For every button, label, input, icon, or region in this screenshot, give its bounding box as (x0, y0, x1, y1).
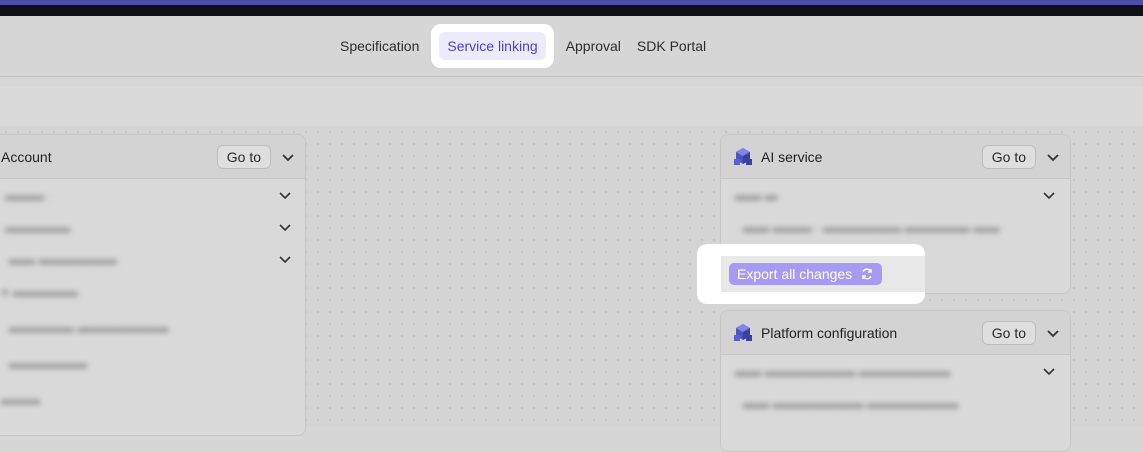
chevron-down-icon[interactable] (281, 150, 295, 164)
account-card-header: Account Go to (0, 135, 305, 179)
platform-card-header: Platform configuration Go to (721, 311, 1070, 355)
tab-service-linking-label[interactable]: Service linking (439, 32, 546, 60)
platform-list-item[interactable]: ▬▬ ▬▬▬▬▬▬▬ ▬▬▬▬▬▬▬ (721, 355, 1070, 387)
blurred-field: ▬▬ ▬▬▬▬▬▬▬ ▬▬▬▬▬▬▬ (743, 395, 959, 411)
accent-strip (0, 0, 1143, 5)
tab-service-linking[interactable]: Service linking (431, 24, 554, 68)
tab-bar: Specification Service linking Approval S… (332, 16, 714, 76)
ai-service-list-item[interactable]: ▬▬ ▬▬▬ · ▬▬▬▬▬▬ ▬▬▬▬▬ ▬▬ (721, 211, 1070, 243)
refresh-icon (862, 268, 872, 280)
ai-service-list-item[interactable]: ▬▬ ▬ (721, 179, 1070, 211)
platform-goto-button[interactable]: Go to (981, 320, 1036, 345)
blurred-field: ▬▬▬▬▬▬ (9, 355, 87, 371)
export-highlight: Export all changes (697, 244, 925, 304)
blurred-field: ▬▬▬ · (5, 187, 52, 203)
window-top-bar (0, 0, 1143, 16)
tab-sdk-portal[interactable]: SDK Portal (629, 31, 714, 61)
blurred-field: ▬▬ ▬▬▬▬▬▬ (9, 251, 117, 267)
export-all-changes-label: Export all changes (737, 266, 853, 282)
account-list-item[interactable]: ▬▬▬ · (0, 179, 305, 211)
chevron-down-icon[interactable] (278, 188, 292, 202)
chevron-down-icon[interactable] (1042, 364, 1056, 378)
account-list-item[interactable]: ▬▬▬▬▬ ▬▬▬▬▬▬▬ (0, 311, 305, 343)
chevron-down-icon[interactable] (1042, 188, 1056, 202)
tab-specification[interactable]: Specification (332, 31, 427, 61)
chevron-down-icon[interactable] (1046, 150, 1060, 164)
platform-list-item[interactable]: ▬▬ ▬▬▬▬▬▬▬ ▬▬▬▬▬▬▬ (721, 387, 1070, 419)
export-all-changes-button[interactable]: Export all changes (729, 263, 883, 285)
account-list-item[interactable]: ▬▬▬▬▬▬ (0, 347, 305, 379)
ai-service-goto-button[interactable]: Go to (981, 144, 1036, 169)
toolbar-strip (0, 86, 1143, 126)
account-list-item[interactable]: ▬▬▬▬▬ (0, 211, 305, 243)
chevron-down-icon[interactable] (1046, 326, 1060, 340)
account-card: Account Go to ▬▬▬ · ▬▬▬▬▬ ▬▬ ▬▬▬▬▬▬ ● ▬▬… (0, 134, 306, 436)
blurred-field: ▬▬▬▬▬ ▬▬▬▬▬▬▬ (9, 319, 169, 335)
platform-card: Platform configuration Go to ▬▬ ▬▬▬▬▬▬▬ … (720, 310, 1071, 452)
account-goto-button[interactable]: Go to (216, 144, 271, 169)
account-list-item[interactable]: ● ▬▬▬▬▬ (0, 275, 305, 307)
chevron-down-icon[interactable] (278, 252, 292, 266)
ai-service-card-title: AI service (761, 148, 823, 165)
blurred-field: ▬▬ ▬ (735, 187, 778, 203)
blurred-field: ▬▬ ▬▬▬▬▬▬▬ ▬▬▬▬▬▬▬ (735, 363, 951, 379)
ai-service-card-header: AI service Go to (721, 135, 1070, 179)
account-list-item[interactable]: ▬▬ ▬▬▬▬▬▬ (0, 243, 305, 275)
service-cube-icon (734, 147, 752, 165)
blurred-field: ▬▬ ▬▬▬ · ▬▬▬▬▬▬ ▬▬▬▬▬ ▬▬ (743, 219, 1000, 235)
account-card-title: Account (1, 148, 52, 165)
platform-card-title: Platform configuration (761, 324, 898, 341)
blurred-field: ● ▬▬▬▬▬ (1, 283, 78, 299)
chevron-down-icon[interactable] (278, 220, 292, 234)
blurred-field: ▬▬▬▬▬ (5, 219, 70, 235)
blurred-field: ▬▬▬ (1, 391, 40, 407)
tab-approval[interactable]: Approval (558, 31, 629, 61)
service-cube-icon (734, 323, 752, 341)
account-list-item[interactable]: ▬▬▬ (0, 383, 305, 415)
